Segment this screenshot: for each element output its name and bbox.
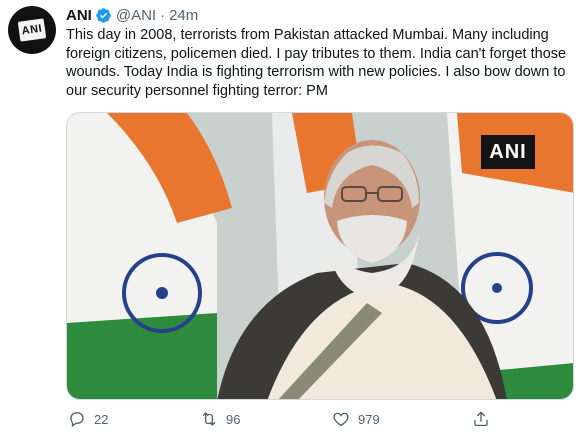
tweet-timestamp[interactable]: 24m: [169, 7, 198, 24]
separator-dot: ·: [160, 6, 166, 24]
avatar[interactable]: ANI: [8, 6, 56, 54]
share-button[interactable]: [464, 404, 498, 434]
reply-icon: [70, 412, 84, 428]
like-count: 979: [358, 411, 380, 427]
verified-badge-icon: [96, 7, 111, 23]
share-icon: [474, 411, 488, 427]
retweet-button[interactable]: 96: [192, 404, 240, 434]
tweet-actions: 22 96 979: [60, 404, 500, 434]
tweet-text: This day in 2008, terrorists from Pakist…: [66, 27, 567, 99]
retweet-icon: [202, 412, 216, 426]
tweet-image[interactable]: ANI: [66, 112, 574, 400]
like-button[interactable]: 979: [324, 404, 380, 434]
reply-button[interactable]: 22: [60, 404, 108, 434]
tweet-header: ANI @ANI · 24m: [66, 6, 198, 24]
retweet-count: 96: [226, 411, 241, 427]
ani-logo: ANI: [17, 18, 47, 42]
flag-left: [67, 113, 232, 399]
reply-count: 22: [94, 411, 109, 427]
author-name[interactable]: ANI: [66, 7, 92, 24]
heart-icon: [333, 412, 349, 427]
ani-watermark: ANI: [481, 135, 535, 169]
author-handle[interactable]: @ANI: [116, 7, 156, 24]
